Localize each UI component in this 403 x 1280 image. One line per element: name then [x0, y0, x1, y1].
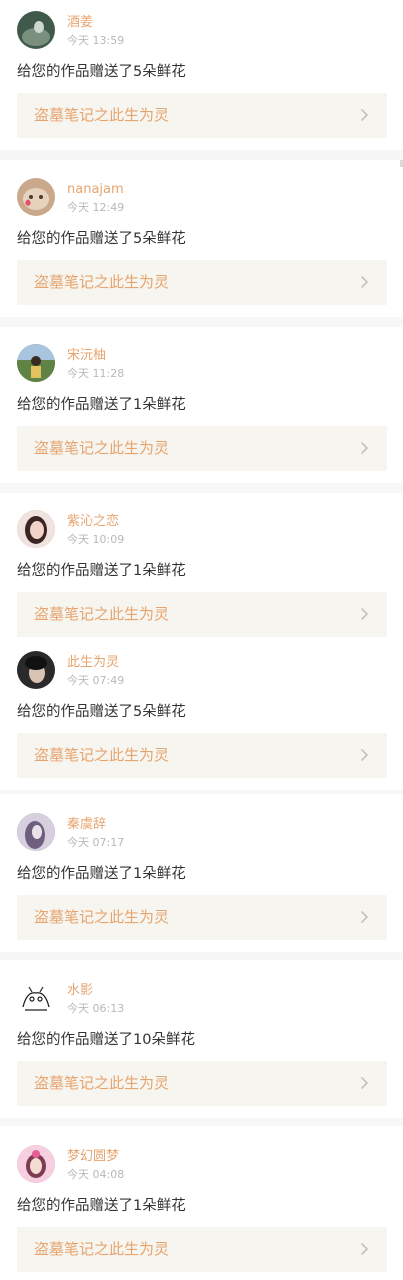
gift-notification-card: 水影今天 06:13 给您的作品赠送了10朵鲜花盗墓笔记之此生为灵	[0, 968, 403, 1118]
work-link-button[interactable]: 盗墓笔记之此生为灵	[17, 260, 387, 305]
work-title: 盗墓笔记之此生为灵	[34, 106, 170, 124]
chevron-right-icon	[356, 274, 372, 290]
gift-notification-feed: 酒姜今天 13:59 给您的作品赠送了5朵鲜花 盗墓笔记之此生为灵 nanajam 今天…	[0, 0, 403, 1280]
work-link-button[interactable]: 盗墓笔记之此生为灵	[17, 1227, 387, 1272]
timestamp: 今天 11:28	[67, 367, 125, 380]
avatar-cat-photo[interactable]	[17, 178, 55, 216]
gift-notification-card: 秦虞辞今天 07:17 给您的作品赠送了1朵鲜花 盗墓笔记之此生为灵	[0, 802, 403, 952]
chevron-right-icon	[356, 1075, 372, 1091]
gift-notification-card: 梦幻圆梦今天 04:08 给您的作品赠送了1朵鲜花 盗墓笔记之此生为灵	[0, 1134, 403, 1280]
timestamp: 今天 12:49	[67, 201, 125, 214]
work-link-button[interactable]: 盗墓笔记之此生为灵	[17, 426, 387, 471]
work-link-button[interactable]: 盗墓笔记之此生为灵	[17, 1061, 387, 1106]
gift-message: 给您的作品赠送了1朵鲜花	[17, 397, 186, 413]
work-title: 盗墓笔记之此生为灵	[34, 1240, 170, 1258]
gift-notification-card: 酒姜今天 13:59 给您的作品赠送了5朵鲜花 盗墓笔记之此生为灵	[0, 0, 403, 150]
work-link-button[interactable]: 盗墓笔记之此生为灵	[17, 895, 387, 940]
gift-message: 给您的作品赠送了5朵鲜花	[17, 231, 186, 247]
timestamp: 今天 10:09	[67, 533, 125, 546]
section-divider	[0, 150, 403, 160]
username[interactable]: 宋沅柚	[67, 348, 106, 364]
avatar-pink-portrait[interactable]	[17, 1145, 55, 1183]
chevron-right-icon	[356, 747, 372, 763]
timestamp: 今天 07:17	[67, 836, 125, 849]
gift-notification-card: 宋沅柚今天 11:28 给您的作品赠送了1朵鲜花 盗墓笔记之此生为灵	[0, 333, 403, 483]
chevron-right-icon	[356, 107, 372, 123]
timestamp: 今天 06:13	[67, 1002, 125, 1015]
work-title: 盗墓笔记之此生为灵	[34, 908, 170, 926]
username[interactable]: 紫沁之恋	[67, 514, 119, 530]
avatar-doodle-drawing[interactable]	[17, 979, 55, 1017]
section-divider	[0, 483, 403, 493]
username[interactable]: nanajam	[67, 182, 124, 198]
gift-message: 给您的作品赠送了1朵鲜花	[17, 866, 186, 882]
timestamp: 今天 13:59	[67, 34, 125, 47]
gift-message: 给您的作品赠送了10朵鲜花	[17, 1032, 195, 1048]
gift-notification-card: 此生为灵今天 07:49 给您的作品赠送了5朵鲜花 盗墓笔记之此生为灵	[0, 640, 403, 790]
username[interactable]: 水影	[67, 983, 93, 999]
avatar-dark-portrait[interactable]	[17, 651, 55, 689]
work-title: 盗墓笔记之此生为灵	[34, 273, 170, 291]
avatar-purple-portrait[interactable]	[17, 813, 55, 851]
chevron-right-icon	[356, 606, 372, 622]
avatar-landscape-photo[interactable]	[17, 11, 55, 49]
gift-message: 给您的作品赠送了1朵鲜花	[17, 1198, 186, 1214]
timestamp: 今天 04:08	[67, 1168, 125, 1181]
work-link-button[interactable]: 盗墓笔记之此生为灵	[17, 733, 387, 778]
work-link-button[interactable]: 盗墓笔记之此生为灵	[17, 592, 387, 637]
avatar-outdoor-photo[interactable]	[17, 344, 55, 382]
username[interactable]: 此生为灵	[67, 655, 119, 671]
work-title: 盗墓笔记之此生为灵	[34, 605, 170, 623]
username[interactable]: 酒姜	[67, 15, 93, 31]
work-title: 盗墓笔记之此生为灵	[34, 439, 170, 457]
timestamp: 今天 07:49	[67, 674, 125, 687]
username[interactable]: 秦虞辞	[67, 817, 106, 833]
gift-message: 给您的作品赠送了5朵鲜花	[17, 64, 186, 80]
chevron-right-icon	[356, 440, 372, 456]
work-link-button[interactable]: 盗墓笔记之此生为灵	[17, 93, 387, 138]
gift-message: 给您的作品赠送了5朵鲜花	[17, 704, 186, 720]
gift-notification-card: nanajam 今天 12:49 给您的作品赠送了5朵鲜花 盗墓笔记之此生为灵	[0, 167, 403, 317]
chevron-right-icon	[356, 1241, 372, 1257]
gift-notification-card: 紫沁之恋今天 10:09 给您的作品赠送了1朵鲜花 盗墓笔记之此生为灵	[0, 499, 403, 639]
work-title: 盗墓笔记之此生为灵	[34, 746, 170, 764]
gift-message: 给您的作品赠送了1朵鲜花	[17, 563, 186, 579]
avatar-girl-photo[interactable]	[17, 510, 55, 548]
work-title: 盗墓笔记之此生为灵	[34, 1074, 170, 1092]
username[interactable]: 梦幻圆梦	[67, 1149, 119, 1165]
section-divider	[0, 317, 403, 327]
chevron-right-icon	[356, 909, 372, 925]
